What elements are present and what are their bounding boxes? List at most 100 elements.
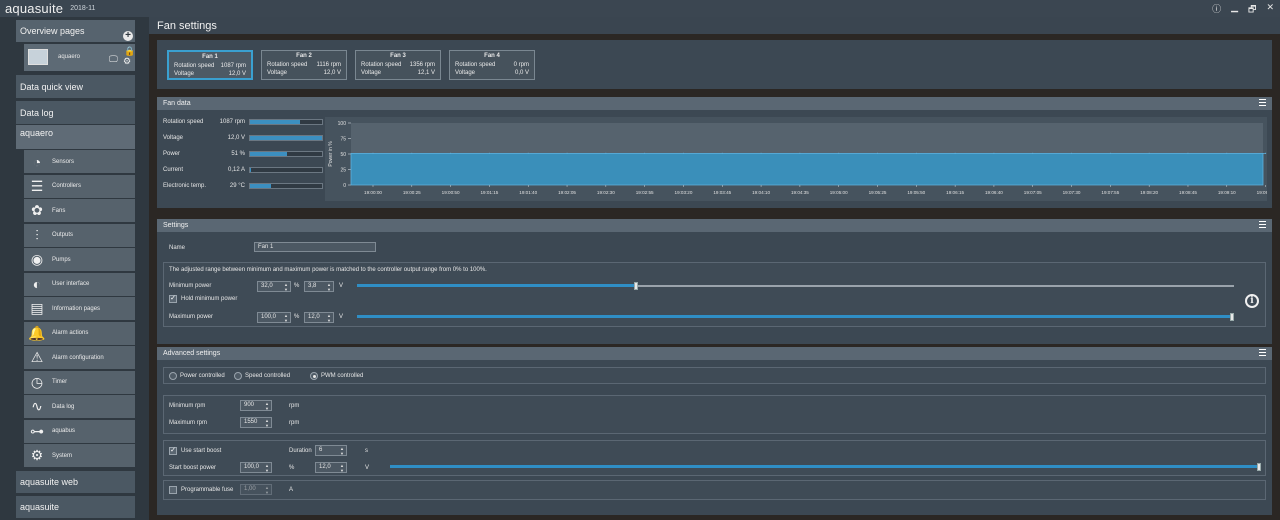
hold-min-power-checkbox[interactable]: ✓ — [169, 295, 177, 303]
network-icon: ⊶ — [30, 422, 44, 439]
menu-icon[interactable] — [1259, 349, 1266, 356]
boost-power-input[interactable]: 100,0 — [240, 462, 272, 473]
x-tick-label: 19:05:00 — [830, 190, 848, 195]
x-tick-label: 19:01:15 — [480, 190, 498, 195]
power-chart-svg: 100 75 50 25 0 Power in % 19:00:00 19:00:25 19:0… — [328, 121, 1275, 195]
sidebar-item-fans[interactable]: ✿ Fans — [24, 199, 135, 222]
sidebar-item-alarm-configuration[interactable]: ⚠ Alarm configuration — [24, 346, 135, 369]
fan-data-bar — [249, 183, 323, 189]
sidebar-item-alarm-actions[interactable]: 🔔 Alarm actions — [24, 321, 135, 345]
sidebar-aquasuite[interactable]: aquasuite — [16, 496, 135, 518]
fan-data-row: Power 51 % — [163, 151, 323, 157]
slider-thumb[interactable] — [633, 282, 638, 290]
fan-name: Fan 1 — [202, 54, 218, 60]
fan-data-value: 12,0 V — [227, 135, 245, 141]
boost-voltage-input[interactable]: 12,0 — [315, 462, 347, 473]
mode-radio[interactable] — [234, 372, 242, 380]
max-power-input[interactable]: 100,0 — [257, 312, 291, 323]
restore-icon[interactable]: 🗗 — [1248, 2, 1256, 18]
programmable-fuse-checkbox[interactable] — [169, 486, 177, 494]
sidebar-data-log[interactable]: Data log — [16, 101, 135, 124]
sidebar-item-information-pages[interactable]: ▤ Information pages — [24, 297, 135, 320]
gear-icon[interactable]: ⚙ — [123, 57, 131, 66]
boost-power-slider[interactable] — [390, 462, 1261, 472]
data-point — [760, 152, 762, 154]
x-tick-label: 19:04:35 — [791, 190, 809, 195]
speed-value: 1087 rpm — [220, 63, 246, 69]
menu-icon[interactable] — [1259, 221, 1266, 228]
fan-card-3[interactable]: Fan 3 Rotation speed 1356 rpm Voltage 12,1 V — [355, 50, 441, 80]
sidebar-device-aquaero[interactable]: aquaero — [16, 125, 135, 149]
fan-data-bar — [249, 167, 323, 173]
sidebar-item-outputs[interactable]: ⫶ Outputs — [24, 223, 135, 247]
voltage-label: Voltage — [361, 70, 382, 76]
fan-data-label: Electronic temp. — [163, 183, 207, 189]
fan-card-4[interactable]: Fan 4 Rotation speed 0 rpm Voltage 0,0 V — [449, 50, 535, 80]
sidebar-item-sensors[interactable]: ◔ Sensors — [24, 150, 135, 173]
x-tick-label: 19:02:55 — [636, 190, 654, 195]
page-thumbnail — [28, 49, 48, 65]
data-point — [993, 152, 995, 154]
sidebar-page-aquaero[interactable]: aquaero 🔒 🖵 ⚙ — [24, 44, 135, 71]
max-rpm-input[interactable]: 1550 — [240, 417, 272, 428]
sidebar-device-label: aquaero — [20, 128, 54, 138]
slider-thumb[interactable] — [1230, 313, 1234, 321]
duration-unit: s — [365, 448, 368, 454]
mode-label: Speed controlled — [245, 373, 291, 379]
sidebar-item-user-interface[interactable]: ◐ User interface — [24, 272, 135, 296]
x-tick-label: 19:05:25 — [869, 190, 887, 195]
sidebar-aquasuite-web[interactable]: aquasuite web — [16, 471, 135, 493]
fan-icon: ✿ — [31, 202, 43, 218]
info-icon[interactable]: i — [1245, 294, 1259, 308]
min-rpm-input[interactable]: 900 — [240, 400, 272, 411]
sidebar-item-system[interactable]: ⚙ System — [24, 444, 135, 467]
sidebar-item-data-log[interactable]: ∿ Data log — [24, 395, 135, 418]
start-boost-label: Use start boost — [181, 448, 222, 454]
start-boost-checkbox[interactable]: ✓ — [169, 447, 177, 455]
main-area: Fan settings Fan 1 Rotation speed 1087 rpm… — [149, 17, 1280, 520]
data-point — [876, 152, 879, 154]
fan-card-1[interactable]: Fan 1 Rotation speed 1087 rpm Voltage 12,0 V — [167, 50, 253, 80]
min-voltage-input[interactable]: 3,8 — [304, 281, 334, 292]
slider-fill — [357, 284, 638, 287]
fan-card-2[interactable]: Fan 2 Rotation speed 1116 rpm Voltage 12,0 V — [261, 50, 347, 80]
sidebar-item-timer[interactable]: ◷ Timer — [24, 370, 135, 394]
add-page-icon[interactable]: + — [123, 31, 133, 41]
minimize-icon[interactable]: ▁ — [1231, 2, 1238, 18]
fuse-unit: A — [289, 487, 294, 493]
sidebar-item-aquabus[interactable]: ⊶ aquabus — [24, 419, 135, 443]
settings-panel: Settings Name Fan 1 The adjusted range b… — [157, 219, 1272, 344]
settings-title: Settings — [157, 219, 1272, 232]
fan-data-row: Electronic temp. 29 °C — [163, 183, 323, 189]
name-input[interactable]: Fan 1 — [254, 242, 376, 252]
min-power-slider[interactable] — [357, 281, 1234, 291]
fan-data-bar-fill — [250, 168, 252, 172]
x-tick-label: 19:03:45 — [713, 190, 731, 195]
mode-radio[interactable] — [169, 372, 177, 380]
duration-input[interactable]: 6 — [315, 445, 347, 456]
lock-icon[interactable]: 🔒 — [124, 47, 135, 56]
close-icon[interactable]: ✕ — [1266, 2, 1274, 18]
mode-radio[interactable] — [310, 372, 318, 380]
x-tick-label: 19:03:20 — [675, 190, 693, 195]
max-power-slider[interactable] — [357, 312, 1234, 322]
monitor-icon[interactable]: 🖵 — [109, 55, 118, 64]
menu-icon[interactable] — [1259, 99, 1266, 106]
sidebar-data-quick-view[interactable]: Data quick view — [16, 75, 135, 98]
data-point — [527, 152, 529, 154]
max-voltage-input[interactable]: 12,0 — [304, 312, 334, 323]
fan-data-row: Rotation speed 1087 rpm — [163, 119, 323, 125]
x-tick-label: 19:08:20 — [1140, 190, 1158, 195]
fuse-input[interactable]: 1,00 — [240, 484, 272, 495]
slider-thumb[interactable] — [1257, 463, 1261, 471]
pct-unit: % — [294, 283, 300, 289]
voltage-value: 12,1 V — [417, 70, 435, 76]
info-icon[interactable]: ⓘ — [1212, 2, 1221, 18]
sidebar-item-controllers[interactable]: ☰ Controllers — [24, 174, 135, 198]
sidebar-item-pumps[interactable]: ◉ Pumps — [24, 248, 135, 271]
sidebar-overview-pages[interactable]: Overview pages — [16, 20, 135, 42]
rpm-unit: rpm — [289, 403, 300, 409]
fan-data-row: Voltage 12,0 V — [163, 135, 323, 141]
y-tick-label: 100 — [338, 121, 347, 127]
min-power-input[interactable]: 32,0 — [257, 281, 291, 292]
